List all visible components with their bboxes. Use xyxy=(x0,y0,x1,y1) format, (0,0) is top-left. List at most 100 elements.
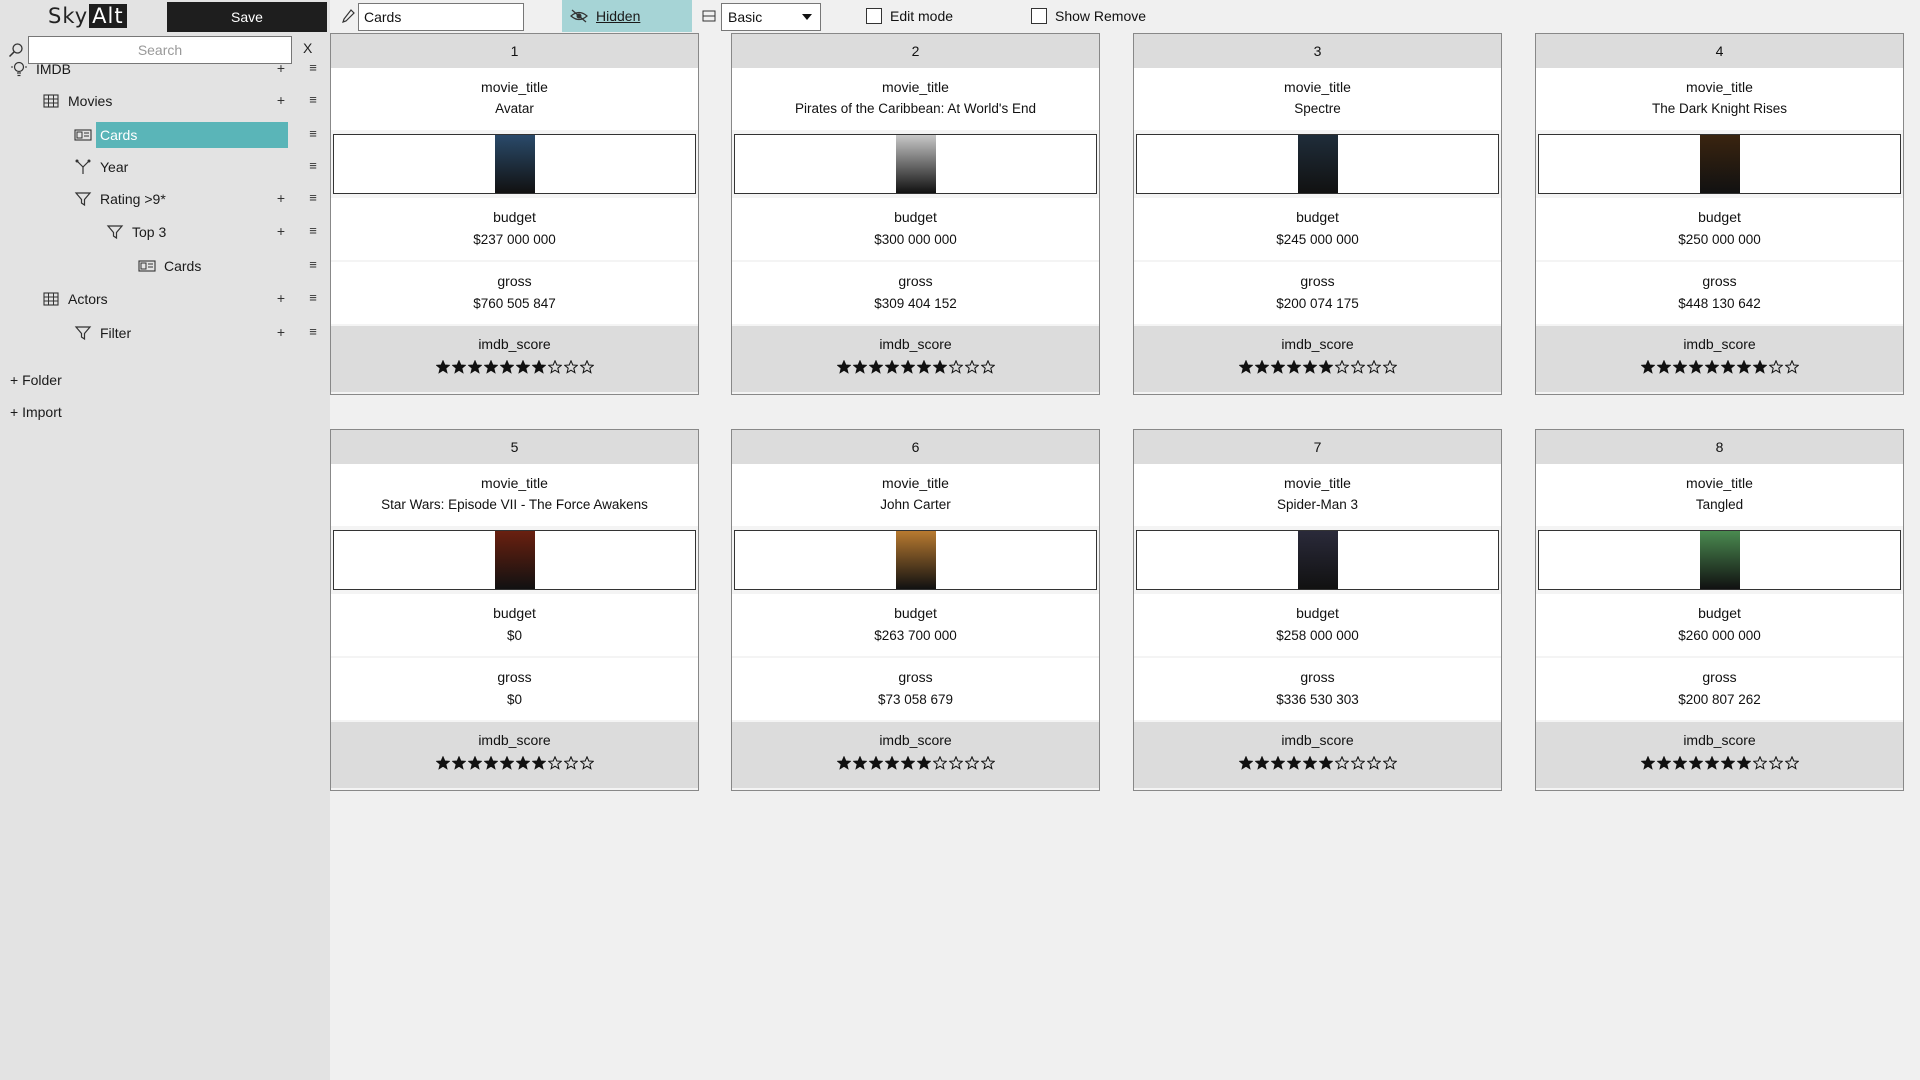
show-remove-checkbox[interactable] xyxy=(1031,8,1047,24)
movie-card[interactable]: 1 movie_title Avatar budget $237 000 000 gros… xyxy=(330,33,699,395)
tree-item-year[interactable]: Year xyxy=(74,152,128,182)
star-rating[interactable] xyxy=(1536,360,1903,374)
movie-poster-image xyxy=(494,135,535,193)
tree-item-cards[interactable]: Cards xyxy=(138,251,201,281)
star-filled-icon xyxy=(1238,360,1253,374)
field-label: movie_title xyxy=(882,79,949,95)
star-filled-icon xyxy=(435,360,450,374)
tree-item-filter[interactable]: Filter xyxy=(74,318,131,348)
show-remove-toggle[interactable]: Show Remove xyxy=(1031,8,1146,24)
star-rating[interactable] xyxy=(1134,360,1501,374)
layout-icon xyxy=(702,10,716,22)
tree-item-label: Cards xyxy=(164,258,202,274)
tree-item-cards[interactable]: Cards xyxy=(74,120,288,150)
star-filled-icon xyxy=(515,756,530,770)
star-filled-icon xyxy=(1688,756,1703,770)
star-filled-icon xyxy=(515,360,530,374)
field-label: movie_title xyxy=(1284,475,1351,491)
field-label: budget xyxy=(894,209,937,225)
tree-menu-button[interactable]: ≡ xyxy=(307,257,319,272)
edit-mode-toggle[interactable]: Edit mode xyxy=(866,8,953,24)
imdb-score-field: imdb_score xyxy=(331,326,698,392)
star-rating[interactable] xyxy=(331,756,698,770)
movie-title-value: Star Wars: Episode VII - The Force Awake… xyxy=(381,497,648,512)
tree-add-button[interactable]: + xyxy=(275,223,287,239)
tree-menu-button[interactable]: ≡ xyxy=(307,92,319,107)
star-rating[interactable] xyxy=(1536,756,1903,770)
star-filled-icon xyxy=(1736,756,1751,770)
movie-card[interactable]: 7 movie_title Spider-Man 3 budget $258 000 0… xyxy=(1133,429,1502,791)
tree-item-top-3[interactable]: Top 3 xyxy=(106,217,166,247)
tree-item-rating-9[interactable]: Rating >9* xyxy=(74,184,166,214)
movie-card[interactable]: 4 movie_title The Dark Knight Rises budget $… xyxy=(1535,33,1904,395)
poster-frame xyxy=(333,530,696,590)
budget-value: $250 000 000 xyxy=(1678,232,1761,247)
table-icon xyxy=(42,92,60,110)
layout-select[interactable]: Basic xyxy=(721,3,821,31)
show-remove-label: Show Remove xyxy=(1055,8,1147,24)
tree-menu-button[interactable]: ≡ xyxy=(307,158,319,173)
tree-menu-button[interactable]: ≡ xyxy=(307,324,319,339)
budget-field: budget $263 700 000 xyxy=(732,594,1099,656)
logo-text-left: Sky xyxy=(48,4,89,28)
tree-add-button[interactable]: + xyxy=(275,324,287,340)
movie-card[interactable]: 8 movie_title Tangled budget $260 000 000 gro… xyxy=(1535,429,1904,791)
tree-item-actors[interactable]: Actors xyxy=(42,284,108,314)
star-filled-icon xyxy=(1640,756,1655,770)
budget-field: budget $260 000 000 xyxy=(1536,594,1903,656)
star-filled-icon xyxy=(868,360,883,374)
star-filled-icon xyxy=(1286,756,1301,770)
add-folder-button[interactable]: + Folder xyxy=(10,372,62,388)
poster-frame xyxy=(734,530,1097,590)
star-empty-icon xyxy=(579,756,594,770)
group-icon xyxy=(74,158,92,176)
budget-field: budget $245 000 000 xyxy=(1134,198,1501,260)
tree-menu-button[interactable]: ≡ xyxy=(307,60,319,75)
budget-field: budget $258 000 000 xyxy=(1134,594,1501,656)
field-label: imdb_score xyxy=(1683,336,1756,352)
field-label: imdb_score xyxy=(1281,336,1354,352)
star-empty-icon xyxy=(579,360,594,374)
star-empty-icon xyxy=(932,756,947,770)
movie-card[interactable]: 2 movie_title Pirates of the Caribbean: At… xyxy=(731,33,1100,395)
star-empty-icon xyxy=(1784,756,1799,770)
tree-item-imdb[interactable]: IMDB xyxy=(10,54,71,84)
gross-value: $200 807 262 xyxy=(1678,692,1761,707)
tree-menu-button[interactable]: ≡ xyxy=(307,126,319,141)
tree-menu-button[interactable]: ≡ xyxy=(307,290,319,305)
star-filled-icon xyxy=(1302,756,1317,770)
field-label: gross xyxy=(1300,669,1335,685)
gross-field: gross $73 058 679 xyxy=(732,658,1099,720)
movie-card[interactable]: 5 movie_title Star Wars: Episode VII - The… xyxy=(330,429,699,791)
star-filled-icon xyxy=(499,756,514,770)
star-rating[interactable] xyxy=(1134,756,1501,770)
hidden-toggle-button[interactable]: Hidden xyxy=(562,0,692,32)
star-empty-icon xyxy=(1768,756,1783,770)
tree-item-movies[interactable]: Movies xyxy=(42,86,112,116)
tree-add-button[interactable]: + xyxy=(275,290,287,306)
gross-value: $448 130 642 xyxy=(1678,296,1761,311)
tree-add-button[interactable]: + xyxy=(275,60,287,76)
card-index: 6 xyxy=(732,430,1099,464)
save-button[interactable]: Save xyxy=(167,2,327,32)
star-filled-icon xyxy=(1270,360,1285,374)
star-rating[interactable] xyxy=(732,360,1099,374)
movie-card[interactable]: 3 movie_title Spectre budget $245 000 000 gro… xyxy=(1133,33,1502,395)
add-import-button[interactable]: + Import xyxy=(10,404,62,420)
card-index: 7 xyxy=(1134,430,1501,464)
star-filled-icon xyxy=(1720,756,1735,770)
chevron-down-icon xyxy=(802,14,812,20)
movie-card[interactable]: 6 movie_title John Carter budget $263 700 00… xyxy=(731,429,1100,791)
view-name-input[interactable] xyxy=(358,3,524,31)
tree-add-button[interactable]: + xyxy=(275,92,287,108)
tree-menu-button[interactable]: ≡ xyxy=(307,223,319,238)
tree-item-label: Top 3 xyxy=(132,224,167,240)
search-clear-button[interactable]: X xyxy=(303,40,312,56)
star-rating[interactable] xyxy=(331,360,698,374)
tree-item-label: Filter xyxy=(100,325,132,341)
star-empty-icon xyxy=(1334,360,1349,374)
edit-mode-checkbox[interactable] xyxy=(866,8,882,24)
star-rating[interactable] xyxy=(732,756,1099,770)
tree-menu-button[interactable]: ≡ xyxy=(307,190,319,205)
tree-add-button[interactable]: + xyxy=(275,190,287,206)
